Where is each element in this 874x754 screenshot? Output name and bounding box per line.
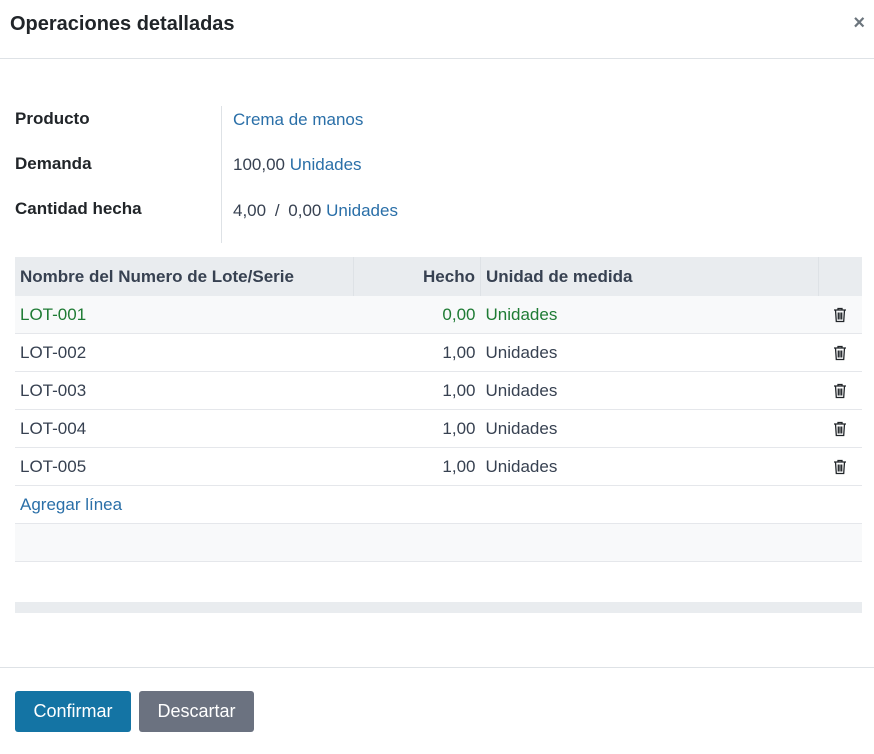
column-header-uom[interactable]: Unidad de medida (480, 257, 819, 296)
product-link[interactable]: Crema de manos (233, 110, 363, 129)
demand-label: Demanda (15, 154, 92, 173)
move-lines-table: Nombre del Numero de Lote/Serie Hecho Un… (15, 257, 862, 562)
close-icon[interactable]: × (853, 12, 865, 35)
quantity-done-label: Cantidad hecha (15, 199, 142, 218)
trash-icon (834, 345, 847, 361)
uom-cell[interactable]: Unidades (480, 296, 819, 334)
add-line-row: Agregar línea (15, 485, 862, 524)
dialog-footer: Confirmar Descartar (0, 667, 874, 754)
add-line-cell: Agregar línea (15, 485, 862, 524)
horizontal-scrollbar[interactable] (15, 602, 862, 613)
demand-uom: Unidades (289, 155, 362, 174)
table-row[interactable]: LOT-003 1,00 Unidades (15, 371, 862, 410)
lot-cell[interactable]: LOT-005 (15, 447, 354, 486)
trash-icon (834, 421, 847, 437)
empty-row (15, 523, 862, 562)
uom-cell[interactable]: Unidades (480, 409, 819, 448)
done-cell[interactable]: 1,00 (353, 409, 481, 448)
column-header-actions (818, 257, 862, 296)
lot-cell[interactable]: LOT-003 (15, 371, 354, 410)
product-value[interactable]: Crema de manos (233, 110, 363, 130)
demand-quantity: 100,00 (233, 155, 285, 174)
quantity-done: 4,00 (233, 201, 267, 220)
product-label: Producto (15, 109, 90, 128)
trash-icon (834, 459, 847, 475)
delete-row-button[interactable] (818, 371, 862, 410)
lot-cell[interactable]: LOT-001 (15, 296, 354, 334)
table-body: LOT-001 0,00 Unidades LOT-002 1,00 Unida… (15, 296, 862, 562)
dialog-header: Operaciones detalladas × (0, 0, 874, 59)
dialog-title: Operaciones detalladas (10, 13, 235, 35)
done-cell[interactable]: 1,00 (353, 447, 481, 486)
trash-icon (834, 307, 847, 323)
done-cell[interactable]: 0,00 (353, 296, 481, 334)
confirm-button[interactable]: Confirmar (15, 691, 131, 732)
field-separator (221, 106, 222, 243)
uom-cell[interactable]: Unidades (480, 447, 819, 486)
uom-cell[interactable]: Unidades (480, 333, 819, 372)
done-cell[interactable]: 1,00 (353, 371, 481, 410)
table-row[interactable]: LOT-004 1,00 Unidades (15, 409, 862, 448)
column-header-lot[interactable]: Nombre del Numero de Lote/Serie (15, 257, 354, 296)
table-row[interactable]: LOT-001 0,00 Unidades (15, 296, 862, 334)
discard-button[interactable]: Descartar (139, 691, 254, 732)
add-line-link[interactable]: Agregar línea (20, 495, 122, 514)
table-row[interactable]: LOT-002 1,00 Unidades (15, 333, 862, 372)
move-fields: Producto Demanda Cantidad hecha Crema de… (15, 106, 435, 243)
uom-cell[interactable]: Unidades (480, 371, 819, 410)
table-row[interactable]: LOT-005 1,00 Unidades (15, 447, 862, 486)
delete-row-button[interactable] (818, 296, 862, 334)
done-cell[interactable]: 1,00 (353, 333, 481, 372)
empty-cell (15, 523, 862, 562)
quantity-uom: Unidades (326, 201, 398, 220)
lot-cell[interactable]: LOT-004 (15, 409, 354, 448)
delete-row-button[interactable] (818, 447, 862, 486)
trash-icon (834, 383, 847, 399)
demand-value: 100,00 Unidades (233, 155, 362, 175)
lot-cell[interactable]: LOT-002 (15, 333, 354, 372)
delete-row-button[interactable] (818, 409, 862, 448)
column-header-done[interactable]: Hecho (353, 257, 481, 296)
quantity-reserved: 0,00 (288, 201, 322, 220)
detailed-operations-dialog: Operaciones detalladas × Producto Demand… (0, 0, 874, 754)
quantity-separator: / (274, 201, 280, 220)
delete-row-button[interactable] (818, 333, 862, 372)
quantity-done-value: 4,00 / 0,00 Unidades (233, 201, 398, 221)
table-header-row: Nombre del Numero de Lote/Serie Hecho Un… (15, 257, 862, 296)
